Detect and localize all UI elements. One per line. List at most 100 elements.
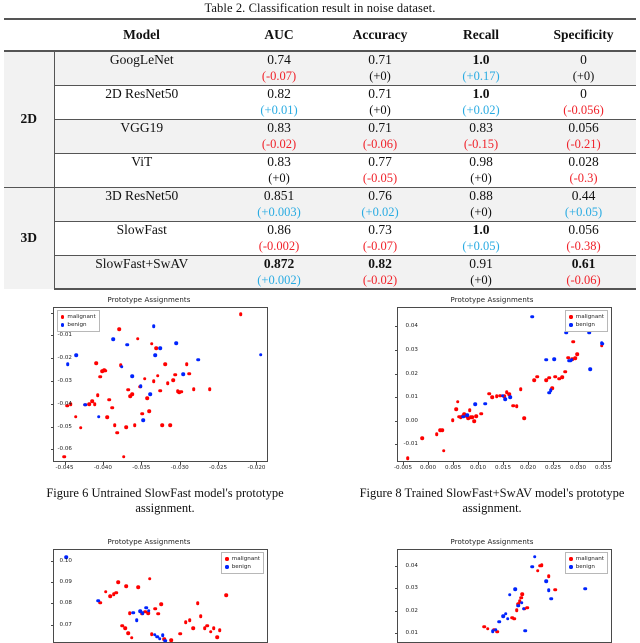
scatter-point-malignant — [178, 631, 183, 636]
legend-marker-malignant — [569, 315, 573, 319]
column-header-group — [4, 18, 54, 52]
scatter-point-malignant — [535, 374, 539, 379]
column-header-recall: Recall — [431, 18, 531, 52]
cell-auc-delta: (-0.002) — [258, 238, 300, 253]
y-axis-tick-mark — [50, 449, 53, 451]
scatter-point-malignant — [158, 388, 162, 393]
scatter-point-benign — [96, 414, 101, 419]
y-axis-tick-mark — [50, 381, 53, 383]
cell-model: VGG19 — [54, 118, 229, 136]
scatter-point-benign — [163, 638, 167, 643]
scatter-point-benign — [508, 592, 512, 597]
x-axis-tick-mark — [256, 462, 258, 465]
scatter-point-benign — [530, 314, 534, 319]
scatter-point-benign — [181, 372, 185, 376]
scatter-point-malignant — [185, 362, 189, 367]
cell-accuracy: 0.71 — [368, 52, 392, 67]
x-axis-tick-mark — [141, 462, 143, 465]
cell-accuracy-delta: (-0.02) — [329, 272, 431, 290]
scatter-point-malignant — [514, 608, 519, 613]
scatter-point-benign — [532, 554, 537, 559]
scatter-point-benign — [141, 418, 145, 422]
cell-specificity-delta: (-0.06) — [531, 272, 636, 290]
scatter-point-malignant — [163, 362, 168, 367]
x-axis-tick-label: -0.040 — [93, 465, 112, 471]
figure-8-caption: Figure 8 Trained SlowFast+SwAV model's p… — [359, 486, 625, 515]
cell-accuracy-delta: (+0.02) — [361, 204, 399, 219]
scatter-point-benign — [119, 364, 124, 369]
scatter-point-malignant — [105, 415, 109, 420]
x-axis-tick-mark — [218, 462, 220, 465]
cell-auc: 0.83 — [229, 152, 329, 170]
scatter-point-malignant — [547, 376, 551, 380]
cell-accuracy-delta: (+0) — [369, 102, 391, 117]
scatter-point-malignant — [103, 368, 108, 373]
cell-specificity-delta: (-0.3) — [569, 170, 598, 185]
scatter-point-benign — [546, 588, 551, 592]
cell-specificity: 0.056 — [531, 118, 636, 136]
scatter-point-benign — [153, 353, 158, 357]
x-axis-tick-label: -0.025 — [209, 465, 228, 471]
scatter-point-malignant — [195, 601, 200, 606]
scatter-point-malignant — [169, 638, 173, 643]
scatter-point-malignant — [238, 312, 243, 316]
x-axis-tick-label: 0.010 — [469, 465, 487, 471]
legend-item-benign: benign — [61, 321, 96, 329]
scatter-point-malignant — [147, 409, 151, 414]
scatter-point-malignant — [155, 373, 160, 378]
scatter-point-malignant — [486, 626, 490, 631]
scatter-point-benign — [465, 413, 469, 417]
scatter-point-malignant — [573, 356, 577, 360]
scatter-point-malignant — [563, 369, 567, 374]
scatter-point-malignant — [525, 605, 529, 610]
scatter-point-malignant — [165, 381, 170, 386]
table-row-delta: (+0.002) (-0.02) (+0) (-0.06) — [4, 272, 636, 290]
x-axis-tick-label: 0.000 — [419, 465, 437, 471]
cell-recall: 1.0 — [431, 84, 531, 102]
scatter-point-benign — [530, 564, 535, 569]
scatter-point-benign — [131, 610, 135, 615]
y-axis-tick-mark — [50, 403, 53, 405]
cell-recall: 1.0 — [472, 52, 490, 67]
scatter-point-malignant — [187, 371, 191, 376]
cell-auc-delta: (+0.002) — [229, 272, 329, 290]
cell-model-delta — [54, 170, 229, 187]
scatter-point-benign — [516, 603, 521, 608]
scatter-point-malignant — [539, 563, 544, 567]
y-axis-tick-mark — [50, 426, 53, 428]
scatter-point-malignant — [535, 569, 540, 573]
scatter-point-malignant — [211, 626, 216, 630]
x-axis-tick-label: 0.020 — [519, 465, 537, 471]
y-axis-tick-mark — [394, 349, 397, 351]
figure-8-plot: Prototype Assignments 0.04 0.03 0.02 0.01 0.0… — [366, 296, 618, 474]
cell-recall-delta: (+0) — [470, 170, 492, 185]
scatter-point-malignant — [116, 580, 120, 585]
cell-model: ViT — [54, 152, 229, 170]
x-axis-tick-mark — [528, 462, 529, 465]
scatter-point-malignant — [183, 620, 188, 625]
plot-legend: malignant benign — [565, 552, 608, 574]
cell-recall-delta: (+0.17) — [462, 68, 500, 83]
classification-result-table: Model AUC Accuracy Recall Specificity 2D… — [4, 18, 636, 290]
figure-6-caption: Figure 6 Untrained SlowFast model's prot… — [46, 486, 284, 515]
scatter-point-malignant — [532, 378, 536, 383]
x-axis-tick-label: -0.045 — [55, 465, 74, 471]
scatter-point-malignant — [467, 408, 472, 412]
legend-item-benign: benign — [225, 563, 260, 571]
scatter-point-benign — [473, 402, 477, 407]
cell-model-delta — [54, 68, 229, 85]
x-axis-tick-mark — [179, 462, 181, 465]
scatter-point-malignant — [518, 387, 523, 391]
cell-recall: 0.83 — [431, 118, 531, 136]
scatter-point-malignant — [94, 361, 99, 365]
scatter-point-malignant — [126, 631, 130, 636]
plot-title: Prototype Assignments — [450, 296, 534, 304]
scatter-point-malignant — [136, 585, 141, 589]
cell-accuracy-delta: (-0.06) — [362, 136, 398, 151]
scatter-point-malignant — [479, 411, 483, 416]
scatter-point-malignant — [440, 428, 444, 432]
scatter-point-malignant — [208, 387, 212, 392]
plot-legend: malignant benign — [565, 310, 608, 332]
cell-specificity: 0 — [580, 52, 587, 67]
table-row: 2D ResNet50 0.82 0.71 1.0 0 — [4, 84, 636, 102]
